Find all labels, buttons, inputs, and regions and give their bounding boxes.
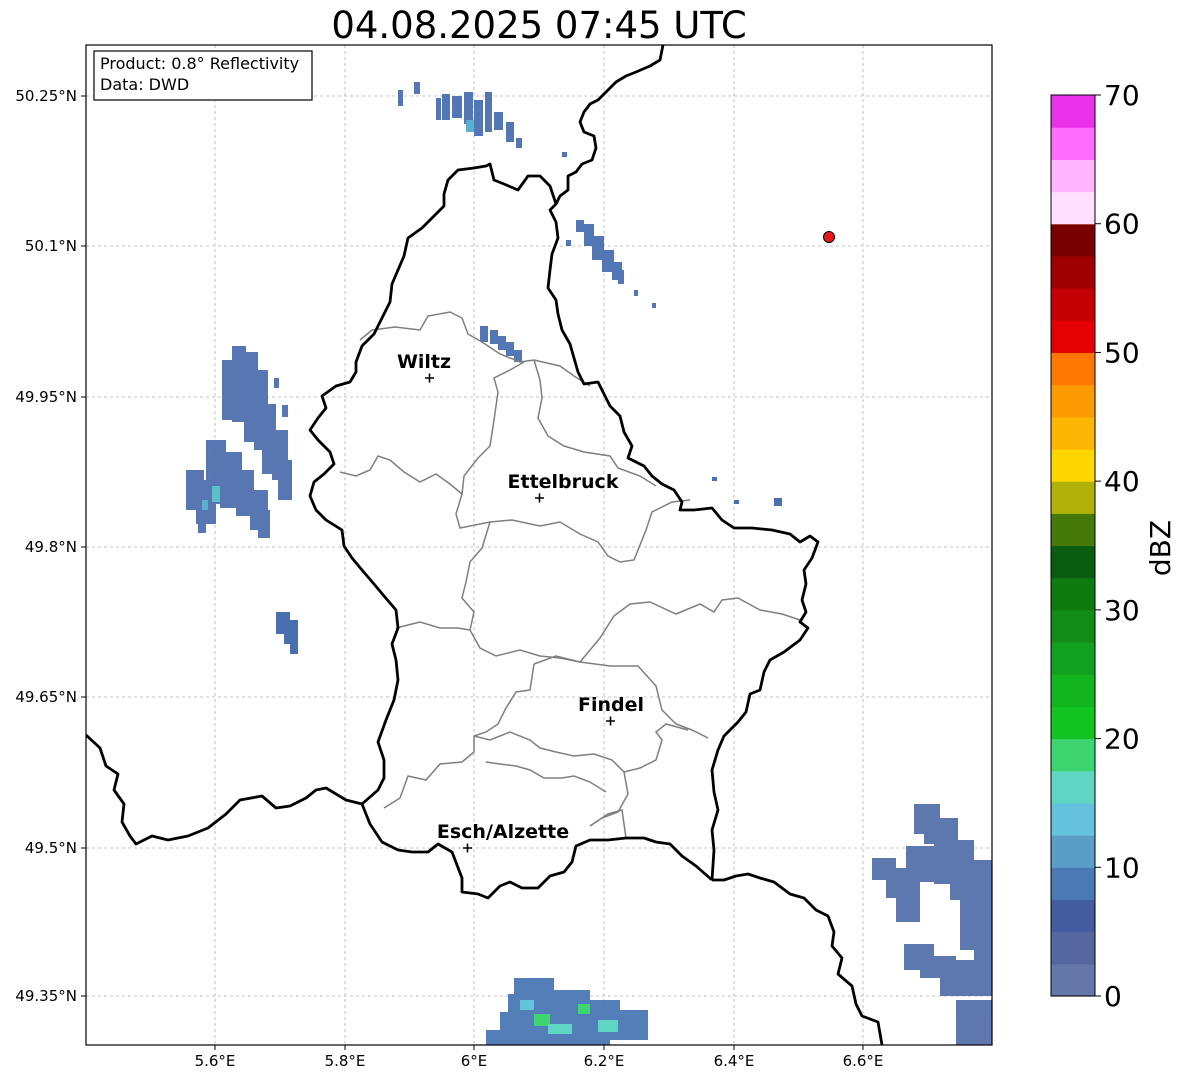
colorbar-segment [1051,802,1095,836]
lat-tick-label: 49.5°N [25,839,77,857]
lon-tick-label: 6.4°E [714,1052,755,1070]
lat-tick-label: 49.8°N [25,538,77,556]
lon-tick-label: 6°E [461,1052,488,1070]
colorbar-label: dBZ [1144,520,1177,576]
echo-cluster-south [486,978,648,1045]
colorbar-tick-label: 30 [1104,594,1140,627]
echo-cluster-north [398,82,567,157]
echo-cluster-west [186,346,292,538]
city-findel: Findel [578,694,644,726]
colorbar-tick-label: 50 [1104,336,1140,369]
colorbar-segment [1051,481,1095,514]
colorbar-segment [1051,867,1095,901]
lon-tick-label: 5.6°E [195,1052,236,1070]
city-wiltz: Wiltz [397,351,451,383]
gridlines [86,45,992,1045]
colorbar-segment [1051,95,1095,128]
colorbar-segment [1051,384,1095,418]
colorbar-tick-label: 20 [1104,723,1140,756]
lon-tick-label: 5.8°E [325,1052,366,1070]
radar-map: Product: 0.8° Reflectivity Data: DWD Wil… [15,44,1177,1070]
colorbar-segment [1051,674,1095,707]
city-label-esch-alzette: Esch/Alzette [437,821,569,843]
data-source-label: Data: DWD [100,75,189,94]
city-label-findel: Findel [578,694,644,716]
lat-tick-label: 50.1°N [25,237,77,255]
canton-boundaries [339,311,801,839]
national-borders [86,45,884,1045]
colorbar-tick-label: 60 [1104,208,1140,241]
colorbar-segment [1051,738,1095,772]
colorbar: 0 10 20 30 40 50 60 70 dBZ [1050,79,1177,1013]
lat-tick-label: 49.65°N [15,688,77,706]
echo-cluster-southeast [872,804,992,1045]
echo-cell-light [212,486,220,502]
longitude-tick-labels: 5.6°E 5.8°E 6°E 6.2°E 6.4°E 6.6°E [195,1052,884,1070]
colorbar-segment [1051,642,1095,675]
colorbar-segment [1051,513,1095,547]
colorbar-segment [1051,835,1095,868]
map-frame [85,44,993,1046]
city-ettelbruck: Ettelbruck [508,471,619,503]
colorbar-segment [1051,352,1095,386]
colorbar-segment [1051,706,1095,740]
echo-cell-light [466,120,474,132]
colorbar-segment [1051,288,1095,321]
echo-cell-cyan [520,1000,534,1010]
echo-cell-cyan [548,1024,572,1034]
colorbar-tick-label: 0 [1104,980,1122,1013]
colorbar-segment [1051,191,1095,225]
colorbar-segment [1051,931,1095,965]
lon-tick-label: 6.6°E [843,1052,884,1070]
lat-tick-label: 49.95°N [15,388,77,406]
echo-cluster-east-dots [712,477,782,506]
radar-echoes [186,82,992,1045]
city-label-wiltz: Wiltz [397,351,451,373]
colorbar-segment [1051,255,1095,289]
colorbar-segment [1051,770,1095,804]
colorbar-segment [1051,577,1095,611]
lon-tick-label: 6.2°E [584,1052,625,1070]
echo-cluster-small-west [276,612,298,654]
colorbar-segment [1051,159,1095,193]
echo-cell-light [202,500,208,510]
latitude-tick-labels: 50.25°N 50.1°N 49.95°N 49.8°N 49.65°N 49… [15,87,77,1005]
colorbar-tick-label: 70 [1104,79,1140,112]
echo-cell-cyan [598,1020,618,1032]
colorbar-tick-label: 10 [1104,851,1140,884]
lat-tick-label: 50.25°N [15,87,77,105]
city-label-ettelbruck: Ettelbruck [508,471,619,493]
colorbar-ticks: 0 10 20 30 40 50 60 70 [1095,79,1140,1013]
colorbar-segments [1051,95,1095,997]
colorbar-tick-label: 40 [1104,465,1140,498]
radar-site-marker [823,231,835,243]
colorbar-segment [1051,320,1095,354]
city-markers: Wiltz Ettelbruck Findel Esch/Alzette [397,351,644,853]
colorbar-segment [1051,899,1095,933]
colorbar-segment [1051,448,1095,482]
colorbar-segment [1051,127,1095,160]
product-label: Product: 0.8° Reflectivity [100,54,299,73]
echo-cell-green [534,1014,550,1026]
axis-tick-marks [81,95,864,1050]
colorbar-segment [1051,416,1095,450]
colorbar-segment [1051,545,1095,579]
colorbar-segment [1051,223,1095,257]
product-info-box: Product: 0.8° Reflectivity Data: DWD [93,50,313,101]
colorbar-segment [1051,963,1095,997]
echo-cell-green [578,1004,590,1014]
lat-tick-label: 49.35°N [15,987,77,1005]
echo-cluster-northeast [566,220,656,308]
colorbar-segment [1051,609,1095,643]
